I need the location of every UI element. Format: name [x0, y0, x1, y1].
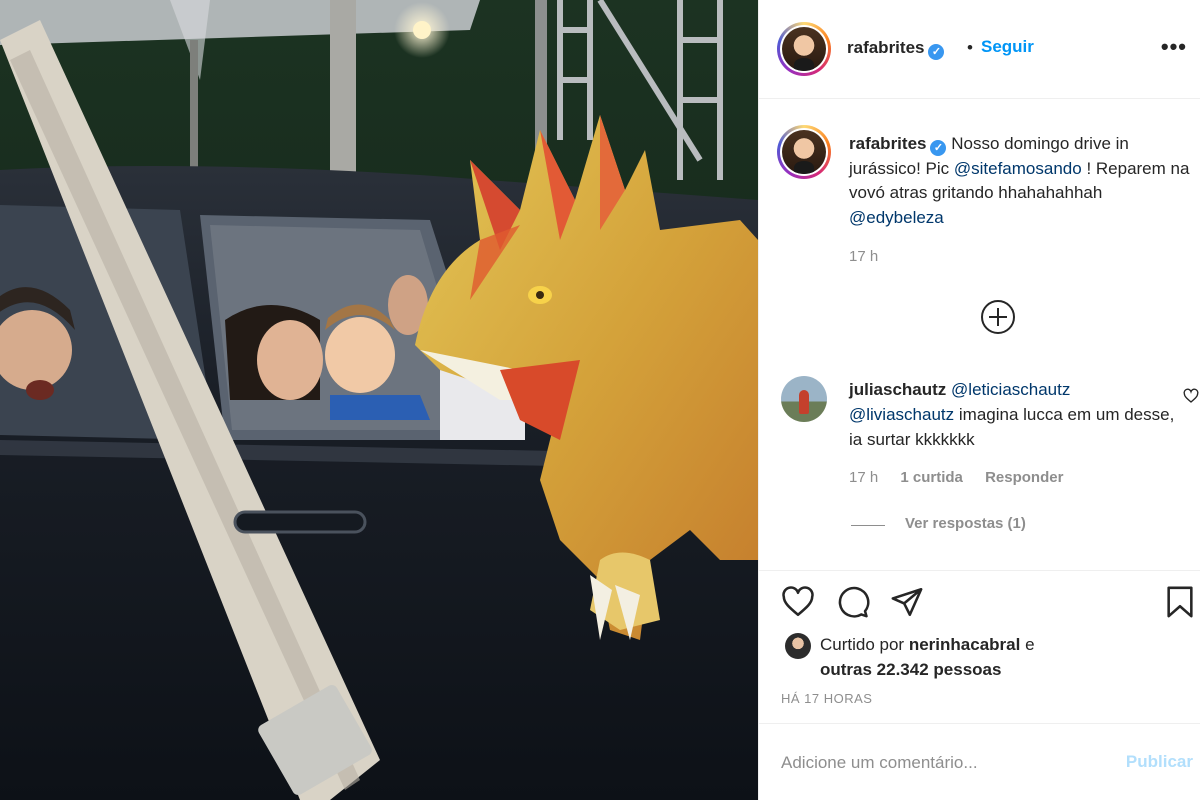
likes-others-count[interactable]: outras 22.342 pessoas	[820, 660, 1001, 679]
author-username-row[interactable]: rafabrites ✓	[847, 38, 945, 60]
comment-text-block: juliaschautz @leticiaschautz @liviaschau…	[849, 377, 1179, 452]
post-timestamp[interactable]: HÁ 17 HORAS	[781, 691, 872, 706]
caption-timestamp[interactable]: 17 h	[849, 248, 878, 265]
comment-meta: 17 h 1 curtida Responder	[849, 469, 1081, 486]
actions-divider	[759, 570, 1200, 571]
post-caption: rafabrites ✓ Nosso domingo drive in jurás…	[849, 132, 1195, 230]
caption-author-avatar[interactable]	[777, 125, 831, 179]
verified-badge-icon: ✓	[930, 140, 947, 156]
follow-button[interactable]: Seguir	[981, 37, 1034, 57]
post-photo[interactable]	[0, 0, 758, 800]
author-username[interactable]: rafabrites	[847, 38, 924, 57]
plus-circle-icon[interactable]	[981, 300, 1015, 334]
add-comment-input[interactable]	[781, 750, 1101, 776]
liked-by-avatar[interactable]	[785, 633, 811, 659]
view-replies-button[interactable]: Ver respostas (1)	[905, 515, 1026, 532]
comment-heart-icon[interactable]	[1183, 388, 1199, 404]
likes-conjunction: e	[1025, 635, 1035, 654]
comment-mention[interactable]: @liviaschautz	[849, 405, 954, 424]
commenter-avatar[interactable]	[781, 376, 827, 422]
comment-bubble-icon[interactable]	[836, 585, 870, 619]
post-image	[0, 0, 758, 800]
caption-username[interactable]: rafabrites	[849, 134, 926, 153]
comment-mention[interactable]: @leticiaschautz	[951, 380, 1070, 399]
comment-likes[interactable]: 1 curtida	[900, 469, 963, 486]
comment-timestamp[interactable]: 17 h	[849, 469, 878, 486]
heart-icon[interactable]	[781, 585, 815, 619]
liked-by-username[interactable]: nerinhacabral	[909, 635, 1021, 654]
reply-button[interactable]: Responder	[985, 469, 1063, 486]
paper-plane-icon[interactable]	[890, 585, 924, 619]
likes-summary: Curtido por nerinhacabral e outras 22.34…	[820, 632, 1035, 682]
bookmark-icon[interactable]	[1163, 585, 1197, 619]
view-replies-divider	[851, 525, 885, 526]
add-comment-bar: Publicar	[759, 723, 1200, 800]
verified-badge-icon: ✓	[928, 44, 945, 60]
separator-dot: •	[967, 38, 973, 57]
post-side-panel: rafabrites ✓ • Seguir ••• rafabrites ✓ Nos…	[758, 0, 1200, 800]
commenter-username[interactable]: juliaschautz	[849, 380, 946, 399]
post-header: rafabrites ✓ • Seguir •••	[759, 0, 1200, 99]
publish-button[interactable]: Publicar	[1126, 752, 1193, 772]
likes-prefix: Curtido por	[820, 635, 905, 654]
more-options-icon[interactable]: •••	[1161, 34, 1187, 60]
caption-mention[interactable]: @sitefamosando	[954, 159, 1082, 178]
caption-mention[interactable]: @edybeleza	[849, 208, 944, 227]
author-avatar[interactable]	[777, 22, 831, 76]
